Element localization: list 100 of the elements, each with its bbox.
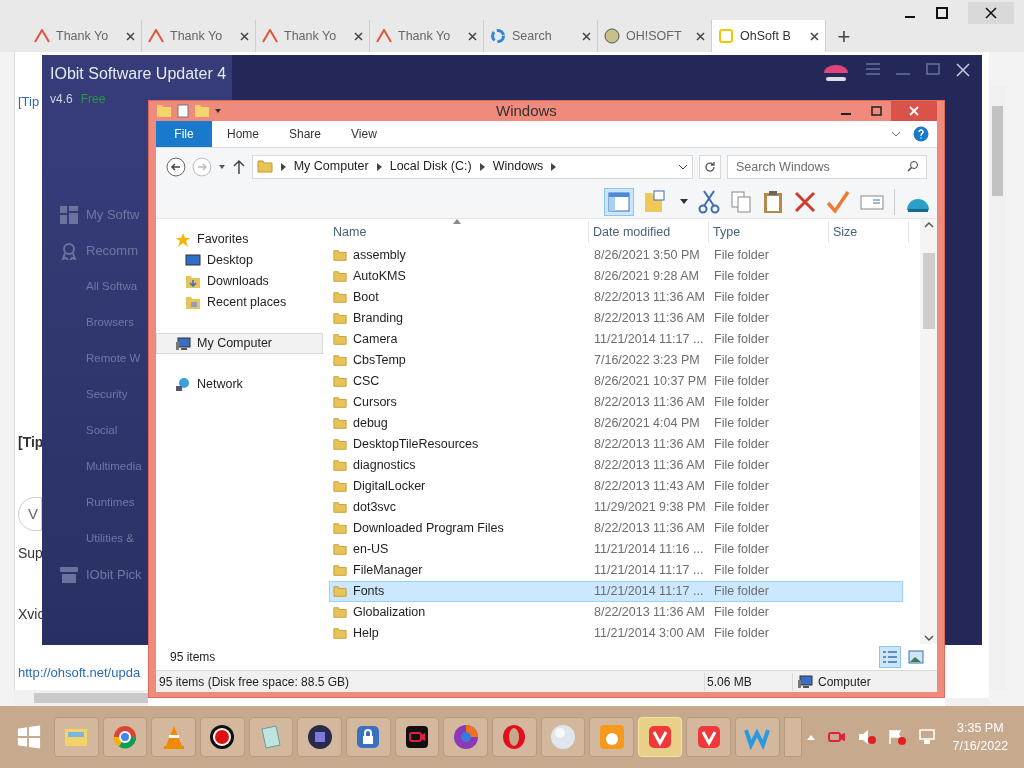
close-icon[interactable] xyxy=(240,31,249,41)
file-row[interactable]: FileManager 11/21/2014 11:17 ... File folder xyxy=(329,560,903,581)
breadcrumb-item[interactable]: My Computer xyxy=(293,157,369,176)
up-arrow-icon[interactable] xyxy=(231,158,246,175)
maximize-icon[interactable] xyxy=(936,7,948,19)
file-row[interactable]: Globalization 8/22/2013 11:36 AM File folder xyxy=(329,602,903,623)
pdf-icon xyxy=(148,29,164,43)
page-link[interactable]: http://ohsoft.net/upda xyxy=(18,663,141,683)
column-header[interactable]: Size xyxy=(829,221,909,243)
address-bar[interactable]: My Computer Local Disk (C:) Windows xyxy=(251,154,694,179)
close-icon[interactable] xyxy=(582,31,591,41)
column-header[interactable]: Type xyxy=(709,221,829,243)
chevron-right-icon[interactable] xyxy=(551,162,557,171)
file-row[interactable]: Camera 11/21/2014 11:17 ... File folder xyxy=(329,329,903,350)
store-icon xyxy=(60,567,78,583)
chevron-down-icon[interactable] xyxy=(891,130,901,138)
computer-icon xyxy=(175,336,191,351)
chevron-right-icon[interactable] xyxy=(479,162,485,171)
file-row[interactable]: Help 11/21/2014 3:00 AM File folder xyxy=(329,623,903,644)
record-icon[interactable] xyxy=(208,723,237,751)
close-icon[interactable] xyxy=(985,7,997,19)
flag-icon[interactable] xyxy=(888,729,907,745)
ring-icon xyxy=(490,28,506,44)
folder-icon xyxy=(333,312,347,325)
file-row[interactable]: Branding 8/22/2013 11:36 AM File folder xyxy=(329,308,903,329)
help-icon[interactable] xyxy=(913,126,929,142)
dropdown-icon[interactable] xyxy=(680,198,688,205)
nav-pane-item[interactable]: Desktop xyxy=(156,250,323,271)
chevron-up-icon xyxy=(923,221,934,229)
file-row[interactable]: en-US 11/21/2014 11:16 ... File folder xyxy=(329,539,903,560)
close-icon[interactable] xyxy=(468,31,477,41)
folder-icon xyxy=(333,501,347,514)
nav-pane-item[interactable]: Recent places xyxy=(156,292,323,313)
file-row[interactable]: assembly 8/26/2021 3:50 PM File folder xyxy=(329,245,903,266)
file-row[interactable]: AutoKMS 8/26/2021 9:28 AM File folder xyxy=(329,266,903,287)
file-row[interactable]: DigitalLocker 8/22/2013 11:43 AM File folder xyxy=(329,476,903,497)
nav-pane-item[interactable]: Favorites xyxy=(156,229,323,250)
date-modified: 8/26/2021 10:37 PM xyxy=(593,373,708,391)
folder-icon xyxy=(333,627,347,640)
maximize-icon[interactable] xyxy=(870,106,882,116)
muted-speaker-icon[interactable] xyxy=(858,729,877,745)
horizontal-scrollbar[interactable] xyxy=(14,690,148,706)
file-row[interactable]: CSC 8/26/2021 10:37 PM File folder xyxy=(329,371,903,392)
ribbon-tab[interactable]: File xyxy=(156,121,212,147)
folder-icon xyxy=(333,585,347,598)
file-row[interactable]: debug 8/26/2021 4:04 PM File folder xyxy=(329,413,903,434)
close-icon[interactable] xyxy=(126,31,135,41)
scrollbar[interactable] xyxy=(920,219,937,644)
scissors-icon[interactable] xyxy=(698,189,720,214)
close-icon[interactable] xyxy=(696,31,705,41)
delete-icon[interactable] xyxy=(794,189,816,214)
refresh-button[interactable] xyxy=(699,154,722,179)
clipboard-icon[interactable] xyxy=(762,189,784,214)
close-icon[interactable] xyxy=(810,31,819,41)
award-icon xyxy=(60,242,78,260)
dropdown-icon[interactable] xyxy=(214,107,222,115)
nav-pane-item[interactable]: Downloads xyxy=(156,271,323,292)
dropdown-icon[interactable] xyxy=(217,162,226,171)
file-row[interactable]: Boot 8/22/2013 11:36 AM File folder xyxy=(329,287,903,308)
ribbon-tab[interactable]: Home xyxy=(212,121,274,147)
item-type: File folder xyxy=(713,415,770,433)
item-type: File folder xyxy=(713,373,770,391)
search-field[interactable]: Search Windows xyxy=(727,155,928,179)
file-row[interactable]: DesktopTileResources 8/22/2013 11:36 AM File folder xyxy=(329,434,903,455)
breadcrumb-item[interactable]: Local Disk (C:) xyxy=(389,157,472,176)
breadcrumb-item[interactable]: Windows xyxy=(492,157,544,176)
date-modified: 8/22/2013 11:36 AM xyxy=(593,394,706,412)
scrollbar-thumb[interactable] xyxy=(34,693,148,703)
back-icon[interactable] xyxy=(166,156,186,177)
file-row[interactable]: dot3svc 11/29/2021 9:38 PM File folder xyxy=(329,497,903,518)
layout-pane-icon[interactable] xyxy=(608,191,630,212)
item-type: File folder xyxy=(713,457,770,475)
checkmark-icon[interactable] xyxy=(826,189,850,214)
nav-pane-item[interactable]: My Computer xyxy=(156,333,323,354)
chevron-right-icon[interactable] xyxy=(280,162,286,171)
file-row[interactable]: CbsTemp 7/16/2022 3:23 PM File folder xyxy=(329,350,903,371)
browser-tab[interactable]: OhSoft B xyxy=(712,20,826,52)
folder-icon xyxy=(333,606,347,619)
file-row[interactable]: Cursors 8/22/2013 11:36 AM File folder xyxy=(329,392,903,413)
menu-icon[interactable] xyxy=(866,63,880,75)
file-name: Camera xyxy=(353,331,398,349)
chevron-down-icon[interactable] xyxy=(678,162,689,171)
ribbon-tab[interactable]: View xyxy=(336,121,392,147)
scrollbar-thumb[interactable] xyxy=(992,106,1003,196)
horizontal-scrollbar[interactable] xyxy=(945,698,989,706)
date-modified: 8/22/2013 11:36 AM xyxy=(593,289,706,307)
new-tab-button[interactable]: + xyxy=(826,20,862,52)
item-type: File folder xyxy=(713,625,770,643)
close-icon[interactable] xyxy=(354,31,363,41)
nav-pane-item[interactable]: Network xyxy=(156,374,323,395)
umbrella-icon[interactable] xyxy=(822,63,850,83)
file-row[interactable]: Fonts 11/21/2014 11:17 ... File folder xyxy=(329,581,903,602)
scrollbar-thumb[interactable] xyxy=(922,253,935,329)
file-row[interactable]: Downloaded Program Files 8/22/2013 11:36 AM File folder xyxy=(329,518,903,539)
folder-icon xyxy=(333,291,347,304)
ribbon-tab[interactable]: Share xyxy=(274,121,337,147)
details-view-button[interactable] xyxy=(879,646,901,668)
chevron-right-icon[interactable] xyxy=(376,162,382,171)
column-header[interactable]: Date modified xyxy=(589,221,709,243)
file-row[interactable]: diagnostics 8/22/2013 11:36 AM File folder xyxy=(329,455,903,476)
